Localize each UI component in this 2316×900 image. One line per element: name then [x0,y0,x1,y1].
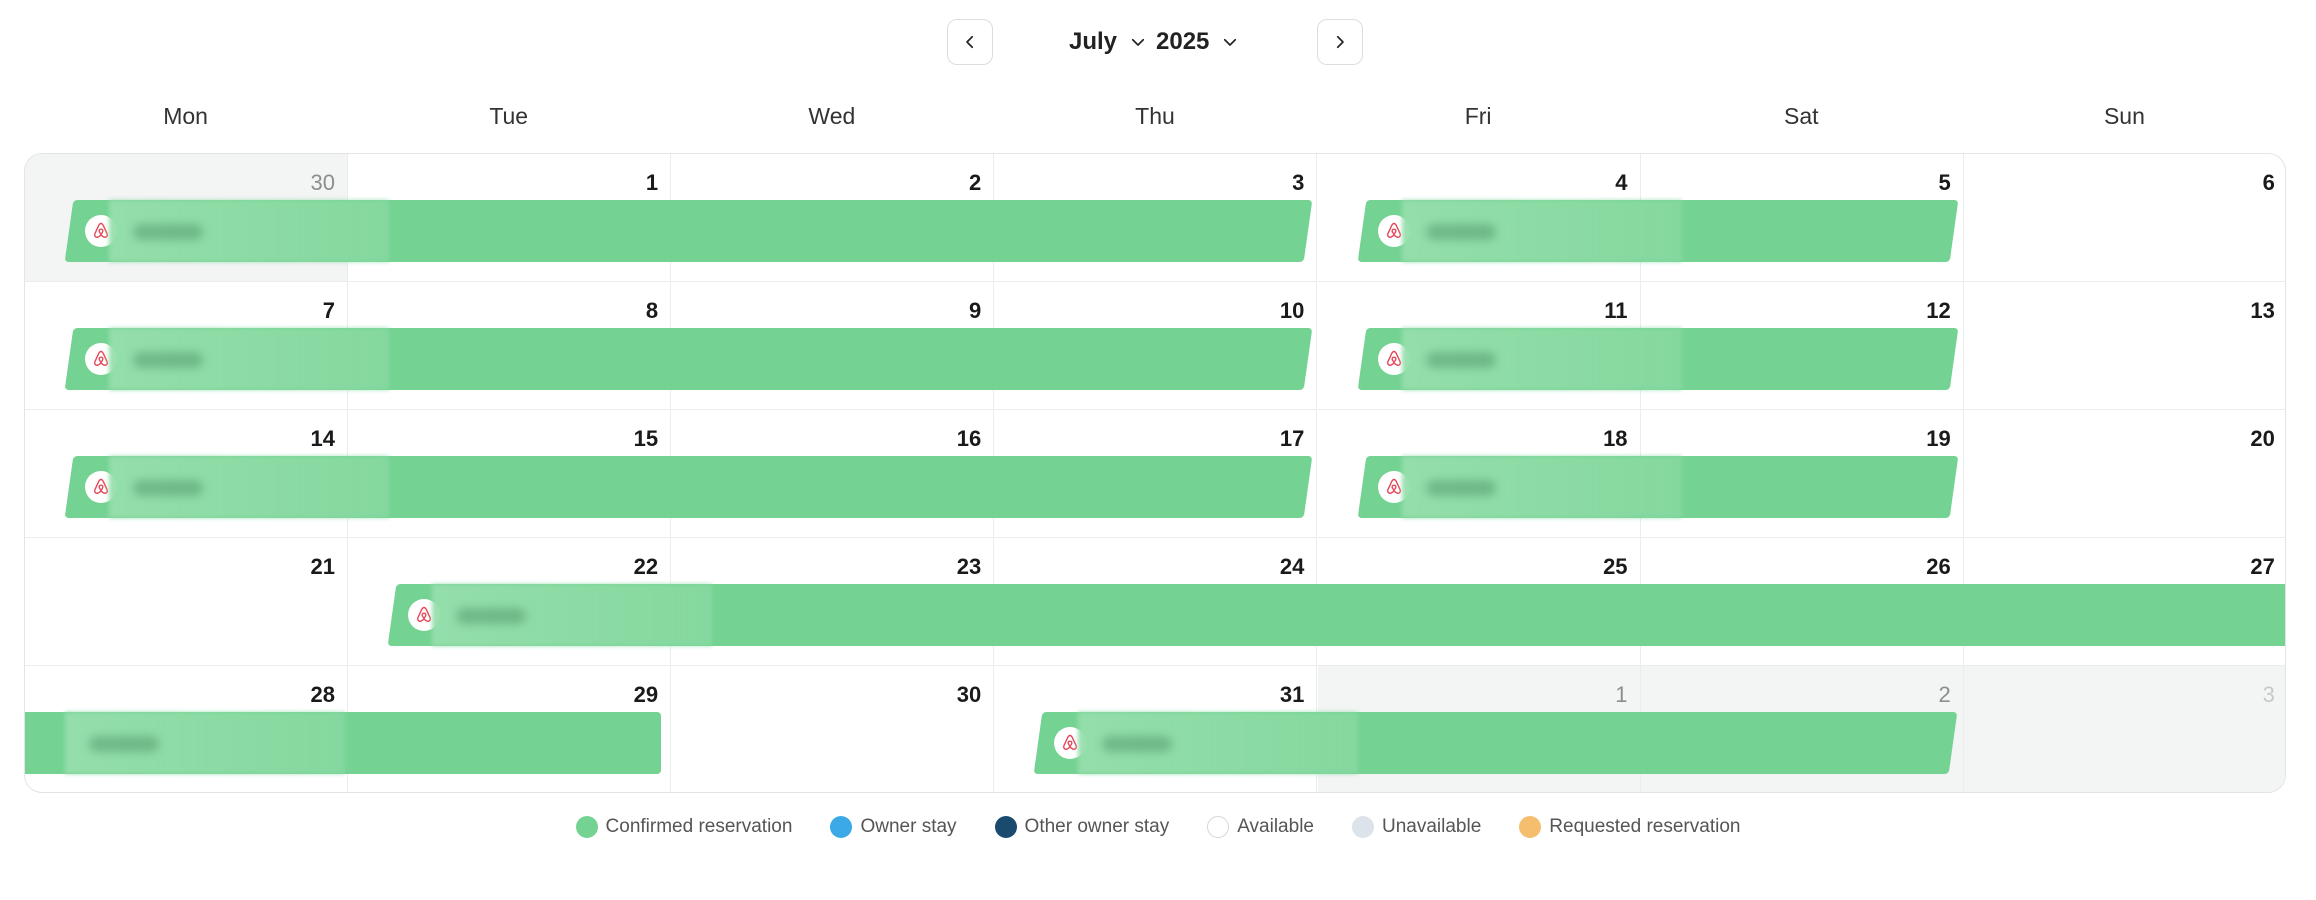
legend-dot-icon [1519,816,1542,838]
day-number: 13 [2250,298,2275,323]
legend-label: Unavailable [1381,816,1482,837]
weekday-label: Fri [1464,103,1492,129]
day-number: 2 [1938,682,1951,707]
day-cell[interactable]: 20 [1963,410,2285,538]
year-label: 2025 [1156,28,1210,55]
day-number: 7 [322,298,335,323]
previous-month-button[interactable] [947,19,993,65]
weekday-header: Mon Tue Wed Thu Fri Sat Sun [24,103,2286,139]
weekday-label: Sat [1784,103,1819,129]
legend-label: Confirmed reservation [605,816,793,837]
guest-name-redacted [109,456,389,518]
day-number: 10 [1279,298,1305,323]
reservation-bar[interactable] [25,712,662,774]
reservation-bar[interactable] [64,328,1312,390]
month-picker[interactable]: July [1069,22,1147,62]
day-number: 20 [2250,426,2275,451]
day-number: 3 [1292,170,1305,195]
weekday-label: Mon [163,103,208,129]
legend: Confirmed reservation Owner stay Other own… [0,816,2316,838]
day-number: 17 [1279,426,1305,451]
day-number: 31 [1279,682,1305,707]
legend-dot-icon [1351,816,1374,838]
day-number: 25 [1603,554,1628,579]
day-number: 26 [1926,554,1951,579]
day-number: 27 [2250,554,2275,579]
legend-dot-icon [1207,816,1230,838]
day-number: 30 [310,170,335,195]
day-number: 12 [1926,298,1951,323]
reservation-bar[interactable] [1357,200,1959,262]
day-cell[interactable]: 21 [25,538,348,666]
guest-name-redacted [432,584,713,646]
day-number: 11 [1604,298,1628,323]
weekday-label: Thu [1135,103,1175,129]
reservation-bar[interactable] [387,584,2285,646]
day-number: 29 [633,682,659,707]
day-number: 2 [969,170,982,195]
day-number: 1 [1615,682,1628,707]
legend-label: Owner stay [860,816,957,837]
legend-dot-icon [830,816,853,838]
day-number: 5 [1938,170,1951,195]
guest-name-redacted [1401,328,1682,390]
reservation-bar[interactable] [1357,328,1959,390]
year-picker[interactable]: 2025 [1156,22,1239,62]
day-number: 23 [956,554,982,579]
weekday-label: Tue [489,103,529,129]
day-cell[interactable]: 13 [1963,282,2285,410]
day-number: 4 [1615,170,1628,195]
guest-name-redacted [1401,200,1682,262]
chevron-down-icon [1131,38,1145,46]
day-number: 18 [1603,426,1628,451]
day-number: 30 [956,682,982,707]
reservation-bar[interactable] [1034,712,1959,774]
day-number: 9 [969,298,982,323]
chevron-right-icon [1336,35,1344,49]
day-number: 1 [645,170,659,195]
guest-name-redacted [109,200,389,262]
month-label: July [1069,28,1118,55]
legend-label: Available [1237,816,1314,837]
legend-dot-icon [575,816,598,838]
guest-name-redacted [109,328,389,390]
day-number: 16 [956,426,982,451]
legend-label: Requested reservation [1549,816,1741,837]
day-number: 14 [310,426,335,451]
chevron-left-icon [966,35,974,49]
legend-item: Confirmed reservation [575,816,793,838]
day-number: 21 [310,554,335,579]
weekday-label: Sun [2103,103,2145,129]
legend-label: Other owner stay [1024,816,1170,837]
reservation-bar[interactable] [64,200,1312,262]
day-cell[interactable]: 30 [671,666,995,792]
reservation-bar[interactable] [1357,456,1959,518]
day-cell[interactable]: 6 [1963,154,2285,282]
reservation-bar[interactable] [64,456,1312,518]
day-number: 3 [2262,682,2275,707]
guest-name-redacted [65,712,345,774]
legend-item: Other owner stay [994,816,1170,838]
legend-dot-icon [994,816,1017,838]
legend-item: Owner stay [830,816,957,838]
guest-name-redacted [1078,712,1359,774]
legend-item: Unavailable [1351,816,1482,838]
day-number: 8 [645,298,659,323]
day-cell[interactable]: 3 [1963,666,2285,792]
calendar-grid: 30 1 2 3 4 5 6 7 8 9 10 11 12 13 14 15 16 17 18 19 20 21 22 23 2… [24,153,2286,793]
day-number: 6 [2262,170,2275,195]
day-number: 15 [633,426,659,451]
day-number: 24 [1279,554,1305,579]
legend-item: Requested reservation [1519,816,1740,838]
guest-name-redacted [1401,456,1682,518]
weekday-label: Wed [808,103,856,129]
next-month-button[interactable] [1317,19,1363,65]
day-number: 28 [310,682,335,707]
legend-item: Available [1207,816,1314,838]
day-number: 19 [1926,426,1951,451]
day-number: 22 [633,554,659,579]
chevron-down-icon [1224,38,1237,46]
